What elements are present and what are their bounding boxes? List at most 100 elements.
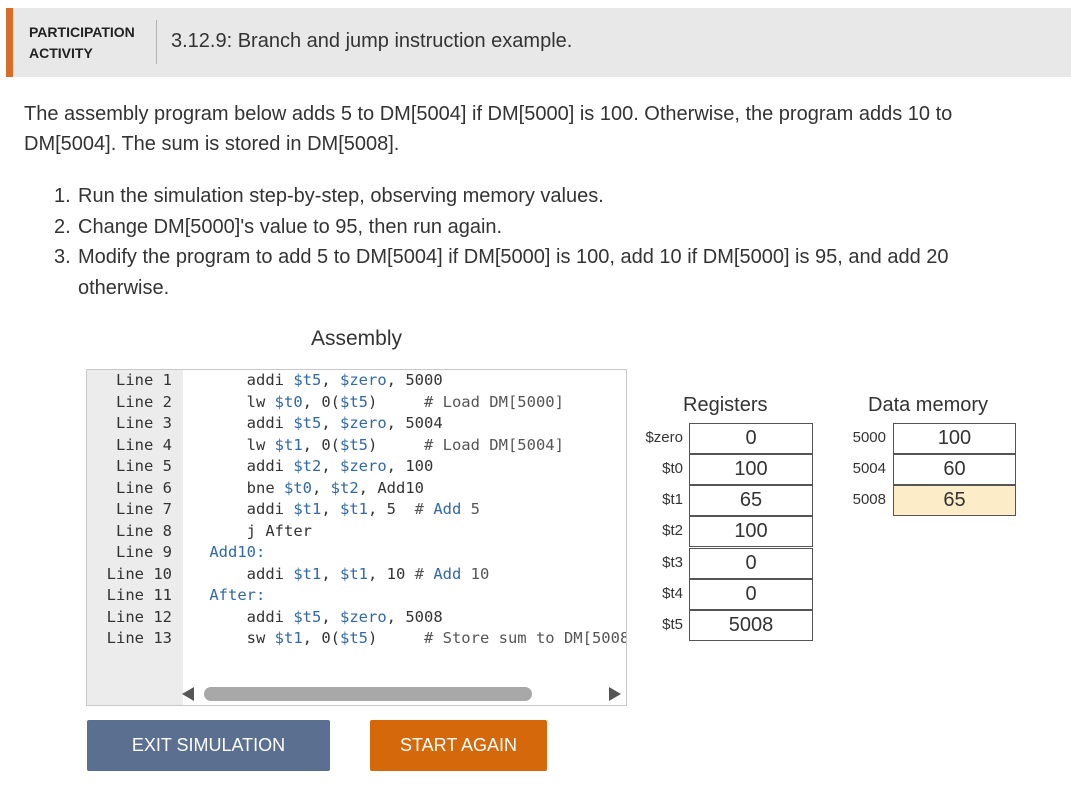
- comment-token: 10: [461, 564, 490, 583]
- code-line: Line 9 Add10:: [99, 542, 626, 564]
- code-line: Line 12 addi $t5, $zero, 5008: [99, 607, 626, 629]
- register-token: $t1: [340, 564, 368, 583]
- line-number: Line 5: [116, 457, 172, 475]
- header-divider: [156, 20, 157, 64]
- step-item: 1. Run the simulation step-by-step, obser…: [54, 181, 1044, 212]
- step-text: Modify the program to add 5 to DM[5004] …: [78, 246, 949, 299]
- code-token: addi: [172, 500, 294, 518]
- label-line-1: PARTICIPATION: [29, 24, 135, 40]
- register-token: $t5: [293, 371, 322, 389]
- code-token: ,: [321, 371, 340, 389]
- code-token: ,: [311, 478, 331, 497]
- register-name: $t4: [662, 585, 683, 602]
- line-number: Line 11: [106, 586, 172, 604]
- scroll-left-arrow-icon[interactable]: [182, 687, 194, 701]
- register-name: $t5: [662, 616, 683, 633]
- line-number: Line 4: [116, 435, 172, 454]
- horizontal-scrollbar-thumb[interactable]: [204, 687, 532, 701]
- register-token: $t5: [339, 392, 368, 411]
- code-token: ,: [321, 607, 340, 626]
- step-number: 3.: [54, 246, 71, 268]
- memory-address: 5008: [852, 491, 886, 508]
- code-token: lw: [172, 392, 275, 411]
- register-token: $zero: [340, 457, 387, 475]
- line-number: Line 3: [116, 414, 172, 432]
- code-token: ,: [321, 414, 340, 432]
- comment-token: # Load DM[5000]: [423, 392, 564, 411]
- register-token: $zero: [340, 414, 387, 432]
- register-name: $t2: [662, 522, 683, 539]
- code-line: Line 6 bne $t0, $t2, Add10: [99, 478, 626, 500]
- code-token: , 0(: [302, 392, 340, 411]
- register-name: $zero: [645, 429, 683, 446]
- line-number: Line 13: [106, 629, 172, 647]
- start-again-button[interactable]: START AGAIN: [370, 720, 547, 771]
- register-token: $t1: [274, 435, 303, 454]
- register-value: 65: [689, 485, 813, 516]
- register-value: 5008: [689, 610, 813, 641]
- code-token: ,: [321, 500, 340, 518]
- register-token: $t1: [274, 629, 303, 647]
- comment-token: #: [414, 564, 434, 583]
- register-value: 0: [689, 579, 813, 610]
- step-text: Run the simulation step-by-step, observi…: [78, 185, 604, 207]
- code-token: ): [367, 392, 424, 411]
- code-token: , 0(: [302, 629, 340, 647]
- participation-activity-label: PARTICIPATION ACTIVITY: [29, 22, 135, 64]
- comment-token: 5: [461, 500, 481, 518]
- line-number: Line 10: [106, 564, 172, 583]
- memory-address: 5000: [852, 429, 886, 446]
- register-token: $t0: [283, 478, 312, 497]
- code-token: j After: [172, 521, 312, 540]
- memory-address: 5004: [852, 460, 886, 477]
- code-line: Line 8 j After: [99, 521, 626, 543]
- register-name: $t3: [662, 554, 683, 571]
- code-line: Line 5 addi $t2, $zero, 100: [99, 456, 626, 478]
- code-line: Line 11 After:: [99, 585, 626, 607]
- line-number: Line 8: [116, 521, 172, 540]
- exit-simulation-button[interactable]: EXIT SIMULATION: [87, 720, 330, 771]
- comment-token: Add: [433, 500, 462, 518]
- code-token: , 5000: [386, 371, 443, 389]
- code-line: Line 13 sw $t1, 0($t5) # Store sum to DM…: [99, 628, 626, 650]
- code-token: addi: [172, 414, 294, 432]
- code-token: , 5008: [386, 607, 443, 626]
- code-lines: Line 1 addi $t5, $zero, 5000 Line 2 lw $t…: [99, 370, 626, 650]
- activity-title: 3.12.9: Branch and jump instruction exam…: [171, 30, 573, 52]
- register-value: 0: [689, 423, 813, 454]
- register-name: $t0: [662, 460, 683, 477]
- comment-token: # Load DM[5004]: [423, 435, 564, 454]
- register-token: $zero: [340, 607, 387, 626]
- code-token: , 10: [368, 564, 415, 583]
- memory-value[interactable]: 65: [893, 485, 1016, 516]
- code-line: Line 7 addi $t1, $t1, 5 # Add 5: [99, 499, 626, 521]
- register-token: $t5: [339, 435, 368, 454]
- code-token: , 5004: [386, 414, 443, 432]
- step-number: 2.: [54, 215, 71, 238]
- register-token: $t5: [293, 414, 322, 432]
- code-token: lw: [172, 435, 275, 454]
- code-token: addi: [172, 564, 294, 583]
- scroll-right-arrow-icon[interactable]: [609, 687, 621, 701]
- register-value: 100: [689, 516, 813, 547]
- code-token: sw: [172, 629, 275, 647]
- line-number: Line 2: [116, 392, 172, 411]
- label-line-2: ACTIVITY: [29, 45, 93, 61]
- assembly-code-editor[interactable]: Line 1 addi $t5, $zero, 5000 Line 2 lw $t…: [86, 369, 627, 706]
- code-token: bne: [172, 478, 284, 497]
- code-line: Line 4 lw $t1, 0($t5) # Load DM[5004]: [99, 435, 626, 457]
- step-number: 1.: [54, 185, 71, 207]
- memory-value[interactable]: 60: [893, 454, 1016, 485]
- code-line: Line 1 addi $t5, $zero, 5000: [99, 370, 626, 392]
- register-value: 100: [689, 454, 813, 485]
- intro-text: The assembly program below adds 5 to DM[…: [24, 103, 953, 155]
- activity-header: PARTICIPATION ACTIVITY 3.12.9: Branch an…: [6, 8, 1071, 77]
- comment-token: Add: [433, 564, 462, 583]
- memory-value[interactable]: 100: [893, 423, 1016, 454]
- comment-token: #: [414, 500, 434, 518]
- line-number: Line 6: [116, 478, 172, 497]
- register-token: $zero: [340, 371, 387, 389]
- label-token: Add10:: [209, 543, 266, 561]
